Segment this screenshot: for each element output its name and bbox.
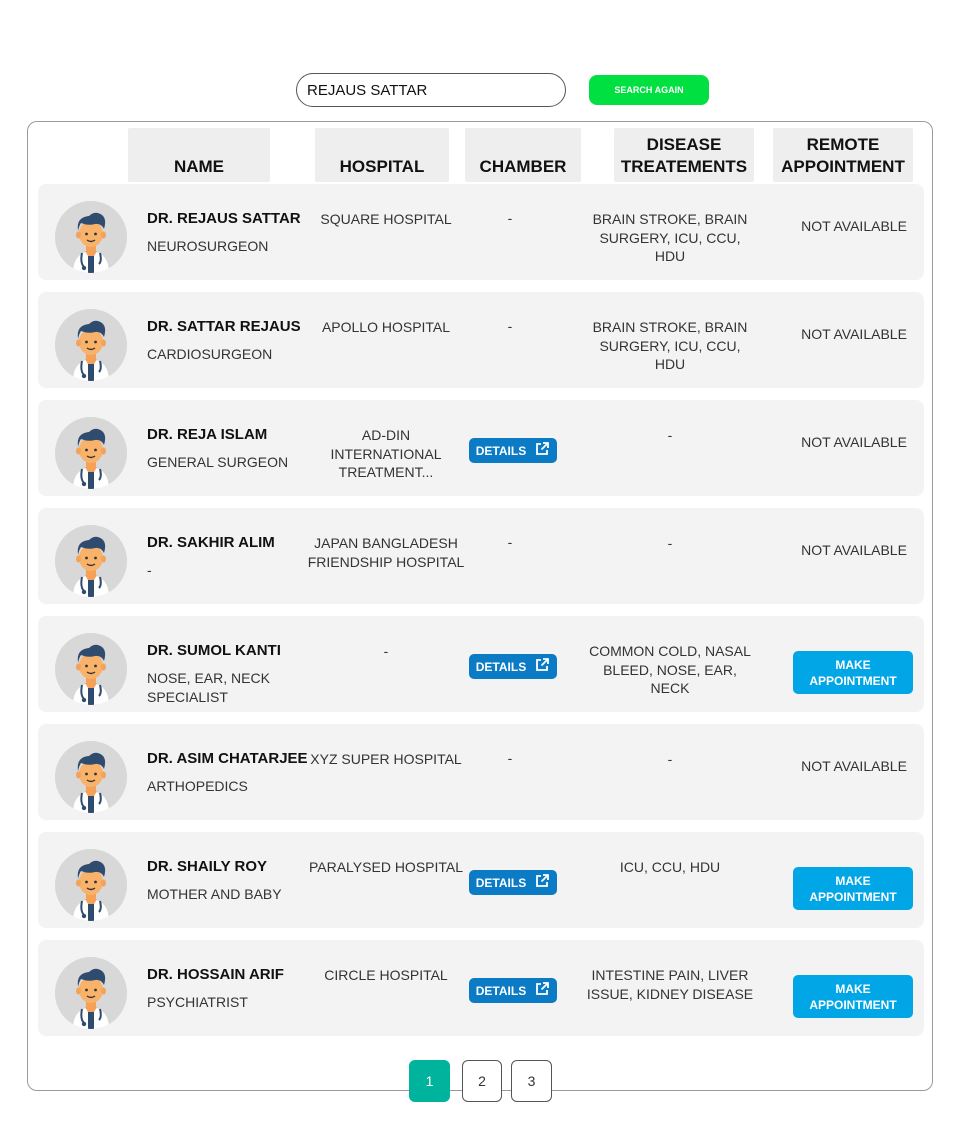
search-again-button[interactable]: SEARCH AGAIN (589, 75, 709, 105)
doctor-name[interactable]: DR. SHAILY ROY (147, 858, 267, 875)
details-button[interactable]: DETAILS (469, 978, 557, 1003)
remote-status: NOT AVAILABLE (801, 542, 907, 558)
details-button[interactable]: DETAILS (469, 870, 557, 895)
doctor-specialty: PSYCHIATRIST (147, 994, 248, 1010)
make-appointment-button[interactable]: MAKE APPOINTMENT (793, 867, 913, 910)
details-label: DETAILS (475, 659, 527, 674)
details-label: DETAILS (475, 983, 527, 998)
hospital-name: PARALYSED HOSPITAL (308, 859, 464, 875)
disease-treatments: ICU, CCU, HDU (619, 859, 721, 875)
doctor-row: DR. SHAILY ROY MOTHER AND BABY PARALYSED H… (38, 832, 924, 928)
doctor-name[interactable]: DR. HOSSAIN ARIF (147, 966, 284, 983)
doctor-avatar (55, 957, 127, 1029)
remote-status: NOT AVAILABLE (801, 218, 907, 234)
hospital-name: AD-DIN INTERNATIONAL TREATMENT... (330, 427, 442, 480)
chamber-value: - (507, 318, 513, 334)
doctor-name[interactable]: DR. REJAUS SATTAR (147, 210, 301, 227)
remote-status: NOT AVAILABLE (801, 326, 907, 342)
hospital-name: APOLLO HOSPITAL (321, 319, 451, 335)
doctor-specialty: CARDIOSURGEON (147, 346, 273, 362)
disease-treatments: COMMON COLD, NASAL BLEED, NOSE, EAR, NEC… (589, 643, 751, 696)
doctor-name[interactable]: DR. ASIM CHATARJEE (147, 750, 308, 767)
column-header-disease: DISEASE TREATEMENTS (614, 128, 754, 182)
doctor-name[interactable]: DR. REJA ISLAM (147, 426, 267, 443)
make-appointment-button[interactable]: MAKE APPOINTMENT (793, 975, 913, 1018)
details-label: DETAILS (475, 875, 527, 890)
doctor-specialty: ARTHOPEDICS (147, 778, 248, 794)
doctor-avatar (55, 525, 127, 597)
external-link-icon (534, 657, 550, 676)
doctor-row: DR. SATTAR REJAUS CARDIOSURGEON APOLLO HOS… (38, 292, 924, 388)
details-button[interactable]: DETAILS (469, 438, 557, 463)
doctor-name[interactable]: DR. SAKHIR ALIM (147, 534, 275, 551)
doctor-name[interactable]: DR. SATTAR REJAUS (147, 318, 301, 335)
doctor-avatar (55, 633, 127, 705)
doctor-avatar (55, 849, 127, 921)
hospital-name: CIRCLE HOSPITAL (324, 967, 448, 983)
disease-treatments: BRAIN STROKE, BRAIN SURGERY, ICU, CCU, H… (592, 211, 748, 264)
column-header-remote: REMOTE APPOINTMENT (773, 128, 913, 182)
doctor-row: DR. SUMOL KANTI NOSE, EAR, NECK SPECIALIS… (38, 616, 924, 712)
column-header-hospital: HOSPITAL (315, 128, 449, 182)
disease-treatments: - (667, 751, 673, 767)
doctor-row: DR. REJAUS SATTAR NEUROSURGEON SQUARE HOSP… (38, 184, 924, 280)
remote-status: NOT AVAILABLE (801, 758, 907, 774)
external-link-icon (534, 981, 550, 1000)
doctor-name[interactable]: DR. SUMOL KANTI (147, 642, 281, 659)
doctor-row: DR. REJA ISLAM GENERAL SURGEON AD-DIN INTE… (38, 400, 924, 496)
doctor-avatar (55, 309, 127, 381)
doctor-avatar (55, 201, 127, 273)
details-button[interactable]: DETAILS (469, 654, 557, 679)
doctor-specialty: NEUROSURGEON (147, 238, 269, 254)
hospital-name: SQUARE HOSPITAL (320, 211, 452, 227)
external-link-icon (534, 441, 550, 460)
hospital-name: - (383, 643, 389, 659)
doctor-avatar (55, 741, 127, 813)
hospital-name: JAPAN BANGLADESH FRIENDSHIP HOSPITAL (307, 535, 465, 570)
search-input[interactable] (296, 73, 566, 107)
doctor-specialty: - (147, 562, 152, 578)
chamber-value: - (507, 750, 513, 766)
chamber-value: - (507, 210, 513, 226)
column-header-name: NAME (128, 128, 270, 182)
disease-treatments: - (667, 427, 673, 443)
disease-treatments: BRAIN STROKE, BRAIN SURGERY, ICU, CCU, H… (592, 319, 748, 372)
doctor-specialty: MOTHER AND BABY (147, 886, 282, 902)
disease-treatments: INTESTINE PAIN, LIVER ISSUE, KIDNEY DISE… (586, 967, 754, 1002)
doctor-row: DR. ASIM CHATARJEE ARTHOPEDICS XYZ SUPER H… (38, 724, 924, 820)
column-header-chamber: CHAMBER (465, 128, 581, 182)
external-link-icon (534, 873, 550, 892)
make-appointment-button[interactable]: MAKE APPOINTMENT (793, 651, 913, 694)
details-label: DETAILS (475, 443, 527, 458)
hospital-name: XYZ SUPER HOSPITAL (310, 751, 462, 767)
doctor-avatar (55, 417, 127, 489)
doctor-row: DR. HOSSAIN ARIF PSYCHIATRIST CIRCLE HOSPI… (38, 940, 924, 1036)
page-button-2[interactable]: 2 (462, 1060, 502, 1102)
disease-treatments: - (667, 535, 673, 551)
chamber-value: - (507, 534, 513, 550)
doctor-specialty: GENERAL SURGEON (147, 454, 289, 470)
doctor-specialty: NOSE, EAR, NECK SPECIALIST (147, 670, 270, 705)
doctor-row: DR. SAKHIR ALIM - JAPAN BANGLADESH FRIENDS… (38, 508, 924, 604)
remote-status: NOT AVAILABLE (801, 434, 907, 450)
page-button-1[interactable]: 1 (409, 1060, 450, 1102)
page-button-3[interactable]: 3 (511, 1060, 552, 1102)
